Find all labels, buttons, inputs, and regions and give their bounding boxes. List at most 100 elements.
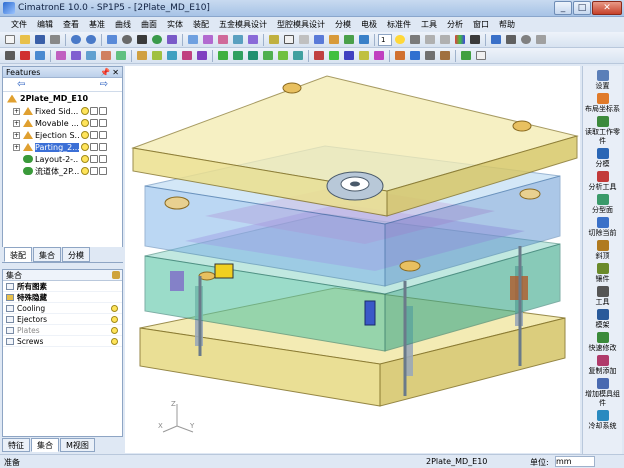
visibility-bulb-icon[interactable] bbox=[111, 327, 118, 334]
flag-icon[interactable] bbox=[99, 107, 107, 115]
expand-icon[interactable]: + bbox=[13, 107, 20, 115]
drill-icon[interactable] bbox=[423, 49, 437, 62]
menu-datum[interactable]: 基准 bbox=[84, 19, 110, 30]
point-icon[interactable] bbox=[489, 33, 503, 46]
menu-analysis[interactable]: 分析 bbox=[442, 19, 468, 30]
visibility-bulb-icon[interactable] bbox=[111, 338, 118, 345]
part-c-icon[interactable] bbox=[342, 49, 356, 62]
menu-mold-design[interactable]: 型腔模具设计 bbox=[272, 19, 330, 30]
panel-tool-5[interactable]: 分型面 bbox=[583, 194, 622, 215]
set-row[interactable]: Screws bbox=[3, 336, 122, 347]
tree-item-movable-side[interactable]: + Movable ... bbox=[3, 117, 122, 129]
measure-icon[interactable] bbox=[342, 33, 356, 46]
forward-icon[interactable] bbox=[438, 33, 452, 46]
move-icon[interactable] bbox=[33, 49, 47, 62]
solid-c-icon[interactable] bbox=[84, 49, 98, 62]
panel-tool-4[interactable]: 分析工具 bbox=[583, 171, 622, 192]
flag-icon[interactable] bbox=[99, 119, 107, 127]
tab-assembly[interactable]: 装配 bbox=[4, 247, 32, 262]
zoom-value[interactable]: 1 bbox=[378, 33, 392, 46]
menu-file[interactable]: 文件 bbox=[6, 19, 32, 30]
menu-view[interactable]: 查看 bbox=[58, 19, 84, 30]
visibility-bulb-icon[interactable] bbox=[81, 167, 89, 175]
tab-sets[interactable]: 集合 bbox=[33, 247, 61, 262]
part-a-icon[interactable] bbox=[312, 49, 326, 62]
tab-features[interactable]: 特征 bbox=[2, 438, 30, 452]
layer-icon[interactable] bbox=[357, 33, 371, 46]
save-icon[interactable] bbox=[33, 33, 47, 46]
electrode-icon[interactable] bbox=[393, 49, 407, 62]
open-icon[interactable] bbox=[18, 33, 32, 46]
tree-item-layout[interactable]: Layout-2-... bbox=[3, 153, 122, 165]
set-row[interactable]: Plates bbox=[3, 325, 122, 336]
redo-icon[interactable] bbox=[84, 33, 98, 46]
expand-icon[interactable]: + bbox=[13, 131, 20, 139]
palette-icon[interactable] bbox=[468, 33, 482, 46]
view-icon[interactable] bbox=[186, 33, 200, 46]
surface-d-icon[interactable] bbox=[180, 49, 194, 62]
minimize-button[interactable]: _ bbox=[554, 1, 572, 15]
wireframe-icon[interactable] bbox=[282, 33, 296, 46]
solid-e-icon[interactable] bbox=[114, 49, 128, 62]
flag-icon[interactable] bbox=[99, 143, 107, 151]
visibility-bulb-icon[interactable] bbox=[111, 305, 118, 312]
visibility-bulb-icon[interactable] bbox=[81, 119, 89, 127]
flag-icon[interactable] bbox=[90, 131, 98, 139]
panel-tool-2[interactable]: 读取工作零件 bbox=[583, 116, 622, 146]
panel-tool-1[interactable]: 布局坐标系 bbox=[583, 93, 622, 114]
surface-e-icon[interactable] bbox=[195, 49, 209, 62]
flag-icon[interactable] bbox=[90, 107, 98, 115]
zoom-icon[interactable] bbox=[120, 33, 134, 46]
back-arrow-icon[interactable]: ⇦ bbox=[17, 79, 25, 90]
sketch-icon[interactable] bbox=[474, 49, 488, 62]
color-icon[interactable] bbox=[453, 33, 467, 46]
panel-tool-14[interactable]: 冷却系统 bbox=[583, 410, 622, 431]
menu-parting[interactable]: 分模 bbox=[330, 19, 356, 30]
back-icon[interactable] bbox=[423, 33, 437, 46]
set-row[interactable]: 所有图素 bbox=[3, 281, 122, 292]
tree-item-fixed-side[interactable]: + Fixed Sid... bbox=[3, 105, 122, 117]
panel-tool-8[interactable]: 镶件 bbox=[583, 263, 622, 284]
panel-close-icon[interactable]: ✕ bbox=[112, 67, 119, 78]
solid-d-icon[interactable] bbox=[99, 49, 113, 62]
menu-help[interactable]: 帮助 bbox=[494, 19, 520, 30]
tree-root[interactable]: 2Plate_MD_E10 bbox=[3, 92, 122, 105]
pin-icon[interactable] bbox=[438, 49, 452, 62]
menu-tools[interactable]: 工具 bbox=[416, 19, 442, 30]
pin-icon[interactable]: 📌 bbox=[100, 67, 110, 78]
new-icon[interactable] bbox=[3, 33, 17, 46]
mold-e-icon[interactable] bbox=[276, 49, 290, 62]
line-icon[interactable] bbox=[504, 33, 518, 46]
menu-assembly[interactable]: 装配 bbox=[188, 19, 214, 30]
surface-a-icon[interactable] bbox=[135, 49, 149, 62]
visibility-bulb-icon[interactable] bbox=[111, 316, 118, 323]
panel-tool-10[interactable]: 模架 bbox=[583, 309, 622, 330]
expand-icon[interactable]: + bbox=[13, 143, 20, 151]
tree-item-runner[interactable]: 流道体_2P... bbox=[3, 165, 122, 177]
panel-tool-3[interactable]: 分模 bbox=[583, 148, 622, 169]
view-side-icon[interactable] bbox=[231, 33, 245, 46]
part-d-icon[interactable] bbox=[357, 49, 371, 62]
panel-tool-6[interactable]: 切除当前 bbox=[583, 217, 622, 238]
mold-a-icon[interactable] bbox=[216, 49, 230, 62]
wire-icon[interactable] bbox=[408, 49, 422, 62]
tab-parting[interactable]: 分模 bbox=[62, 247, 90, 262]
flag-icon[interactable] bbox=[90, 143, 98, 151]
flag-icon[interactable] bbox=[99, 167, 107, 175]
menu-electrode[interactable]: 电极 bbox=[356, 19, 382, 30]
visibility-bulb-icon[interactable] bbox=[81, 155, 89, 163]
expand-icon[interactable]: + bbox=[13, 119, 20, 127]
flag-icon[interactable] bbox=[90, 119, 98, 127]
check-icon[interactable] bbox=[459, 49, 473, 62]
menu-curve[interactable]: 曲线 bbox=[110, 19, 136, 30]
plane-icon[interactable] bbox=[534, 33, 548, 46]
panel-tool-9[interactable]: 工具 bbox=[583, 286, 622, 307]
pick-icon[interactable] bbox=[3, 49, 17, 62]
tab-sets-bottom[interactable]: 集合 bbox=[31, 438, 59, 452]
visibility-bulb-icon[interactable] bbox=[81, 107, 89, 115]
flag-icon[interactable] bbox=[90, 167, 98, 175]
set-row[interactable]: Cooling bbox=[3, 303, 122, 314]
filter-icon[interactable] bbox=[408, 33, 422, 46]
part-e-icon[interactable] bbox=[372, 49, 386, 62]
part-b-icon[interactable] bbox=[327, 49, 341, 62]
